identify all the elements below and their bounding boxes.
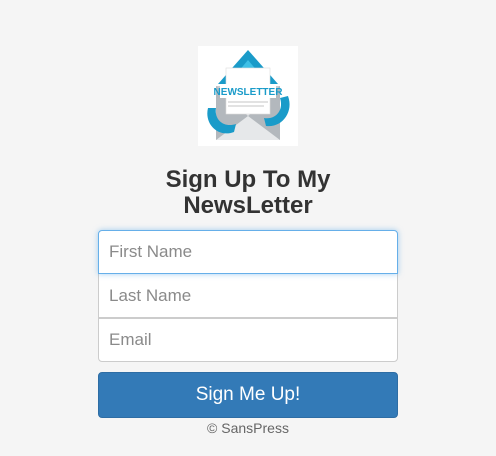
first-name-input[interactable] bbox=[98, 230, 398, 274]
email-input[interactable] bbox=[98, 318, 398, 362]
newsletter-envelope-icon: NEWSLETTER bbox=[207, 50, 290, 140]
page-title: Sign Up To My NewsLetter bbox=[98, 167, 398, 219]
signup-page: NEWSLETTER Sign Up To My NewsLetter Sign… bbox=[0, 0, 496, 456]
logo-banner-text: NEWSLETTER bbox=[214, 87, 284, 98]
signup-form bbox=[98, 230, 398, 362]
sign-up-button[interactable]: Sign Me Up! bbox=[98, 372, 398, 418]
copyright-footer: © SansPress bbox=[207, 420, 289, 436]
page-title-line2: NewsLetter bbox=[183, 192, 313, 219]
newsletter-logo: NEWSLETTER bbox=[198, 46, 298, 146]
last-name-input[interactable] bbox=[98, 274, 398, 318]
page-title-line1: Sign Up To My bbox=[165, 166, 331, 193]
